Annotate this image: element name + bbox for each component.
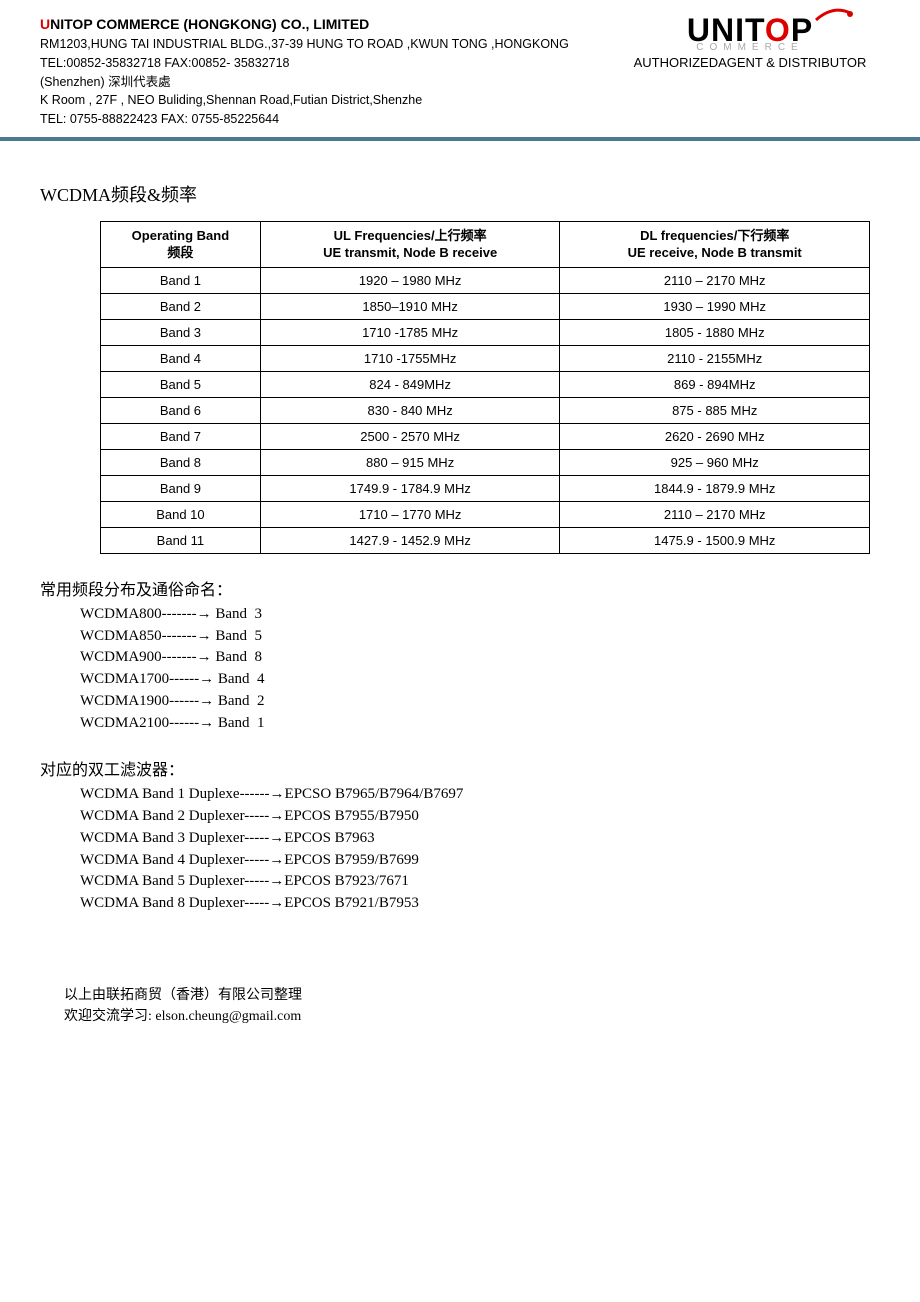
header-dl: DL frequencies/下行频率UE receive, Node B tr… <box>560 221 870 267</box>
table-cell: 830 - 840 MHz <box>260 397 560 423</box>
duplexer-title: 对应的双工滤波器： <box>40 756 880 780</box>
list-item: WCDMA Band 1 Duplexe------→EPCSO B7965/B… <box>80 784 880 806</box>
tagline: AUTHORIZEDAGENT & DISTRIBUTOR <box>620 55 880 70</box>
table-cell: Band 5 <box>101 371 261 397</box>
table-row: Band 31710 -1785 MHz1805 - 1880 MHz <box>101 319 870 345</box>
table-row: Band 6830 - 840 MHz875 - 885 MHz <box>101 397 870 423</box>
letterhead: UNITOP COMMERCE (HONGKONG) CO., LIMITED … <box>0 0 920 141</box>
list-item: WCDMA Band 8 Duplexer-----→EPCOS B7921/B… <box>80 893 880 915</box>
naming-title: 常用频段分布及通俗命名： <box>40 576 880 600</box>
table-cell: 1920 – 1980 MHz <box>260 267 560 293</box>
table-row: Band 111427.9 - 1452.9 MHz1475.9 - 1500.… <box>101 527 870 553</box>
list-item: WCDMA2100------→ Band 1 <box>80 713 880 735</box>
table-row: Band 91749.9 - 1784.9 MHz1844.9 - 1879.9… <box>101 475 870 501</box>
page-title: WCDMA频段&频率 <box>40 181 880 207</box>
list-item: WCDMA800-------→ Band 3 <box>80 604 880 626</box>
content: WCDMA频段&频率 Operating Band频段 UL Frequenci… <box>0 141 920 1047</box>
shenzhen-line: (Shenzhen) 深圳代表處 <box>40 73 880 92</box>
table-cell: 1710 – 1770 MHz <box>260 501 560 527</box>
table-row: Band 11920 – 1980 MHz2110 – 2170 MHz <box>101 267 870 293</box>
table-cell: 1749.9 - 1784.9 MHz <box>260 475 560 501</box>
table-cell: Band 6 <box>101 397 261 423</box>
table-cell: Band 3 <box>101 319 261 345</box>
list-item: WCDMA Band 4 Duplexer-----→EPCOS B7959/B… <box>80 850 880 872</box>
table-cell: 2110 – 2170 MHz <box>560 267 870 293</box>
table-cell: 1930 – 1990 MHz <box>560 293 870 319</box>
list-item: WCDMA850-------→ Band 5 <box>80 626 880 648</box>
table-cell: Band 4 <box>101 345 261 371</box>
table-row: Band 101710 – 1770 MHz2110 – 2170 MHz <box>101 501 870 527</box>
table-cell: Band 1 <box>101 267 261 293</box>
table-cell: 1850–1910 MHz <box>260 293 560 319</box>
shenzhen-tel: TEL: 0755-88822423 FAX: 0755-85225644 <box>40 110 880 129</box>
table-cell: 869 - 894MHz <box>560 371 870 397</box>
table-cell: 1710 -1755MHz <box>260 345 560 371</box>
footer-line2: 欢迎交流学习: elson.cheung@gmail.com <box>64 1006 880 1027</box>
table-cell: Band 8 <box>101 449 261 475</box>
logo-main: UNITOP <box>660 14 840 46</box>
table-cell: 875 - 885 MHz <box>560 397 870 423</box>
table-cell: 1844.9 - 1879.9 MHz <box>560 475 870 501</box>
list-item: WCDMA Band 2 Duplexer-----→EPCOS B7955/B… <box>80 806 880 828</box>
logo: UNITOP COMMERCE <box>660 14 840 53</box>
table-cell: 1427.9 - 1452.9 MHz <box>260 527 560 553</box>
duplexer-list: WCDMA Band 1 Duplexe------→EPCSO B7965/B… <box>80 784 880 915</box>
footer: 以上由联拓商贸（香港）有限公司整理 欢迎交流学习: elson.cheung@g… <box>64 985 880 1027</box>
shenzhen-address: K Room , 27F , NEO Buliding,Shennan Road… <box>40 91 880 110</box>
table-row: Band 72500 - 2570 MHz2620 - 2690 MHz <box>101 423 870 449</box>
list-item: WCDMA Band 5 Duplexer-----→EPCOS B7923/7… <box>80 871 880 893</box>
footer-line1: 以上由联拓商贸（香港）有限公司整理 <box>64 985 880 1006</box>
naming-list: WCDMA800-------→ Band 3WCDMA850-------→ … <box>80 604 880 735</box>
table-cell: 1710 -1785 MHz <box>260 319 560 345</box>
swoosh-icon <box>814 8 854 22</box>
table-row: Band 21850–1910 MHz1930 – 1990 MHz <box>101 293 870 319</box>
table-cell: Band 7 <box>101 423 261 449</box>
table-cell: Band 10 <box>101 501 261 527</box>
table-cell: 880 – 915 MHz <box>260 449 560 475</box>
header-band: Operating Band频段 <box>101 221 261 267</box>
table-cell: 1475.9 - 1500.9 MHz <box>560 527 870 553</box>
frequency-table: Operating Band频段 UL Frequencies/上行频率UE t… <box>100 221 870 554</box>
table-cell: 824 - 849MHz <box>260 371 560 397</box>
table-cell: 2500 - 2570 MHz <box>260 423 560 449</box>
table-row: Band 5824 - 849MHz869 - 894MHz <box>101 371 870 397</box>
list-item: WCDMA900-------→ Band 8 <box>80 647 880 669</box>
table-cell: 2110 - 2155MHz <box>560 345 870 371</box>
table-cell: 2620 - 2690 MHz <box>560 423 870 449</box>
table-cell: Band 11 <box>101 527 261 553</box>
logo-block: UNITOP COMMERCE AUTHORIZEDAGENT & DISTRI… <box>620 14 880 70</box>
table-cell: Band 9 <box>101 475 261 501</box>
table-cell: 2110 – 2170 MHz <box>560 501 870 527</box>
list-item: WCDMA1700------→ Band 4 <box>80 669 880 691</box>
table-row: Band 41710 -1755MHz2110 - 2155MHz <box>101 345 870 371</box>
table-row: Band 8880 – 915 MHz925 – 960 MHz <box>101 449 870 475</box>
header-ul: UL Frequencies/上行频率UE transmit, Node B r… <box>260 221 560 267</box>
table-cell: 1805 - 1880 MHz <box>560 319 870 345</box>
list-item: WCDMA Band 3 Duplexer-----→EPCOS B7963 <box>80 828 880 850</box>
table-cell: Band 2 <box>101 293 261 319</box>
company-u: U <box>40 16 50 32</box>
table-cell: 925 – 960 MHz <box>560 449 870 475</box>
list-item: WCDMA1900------→ Band 2 <box>80 691 880 713</box>
